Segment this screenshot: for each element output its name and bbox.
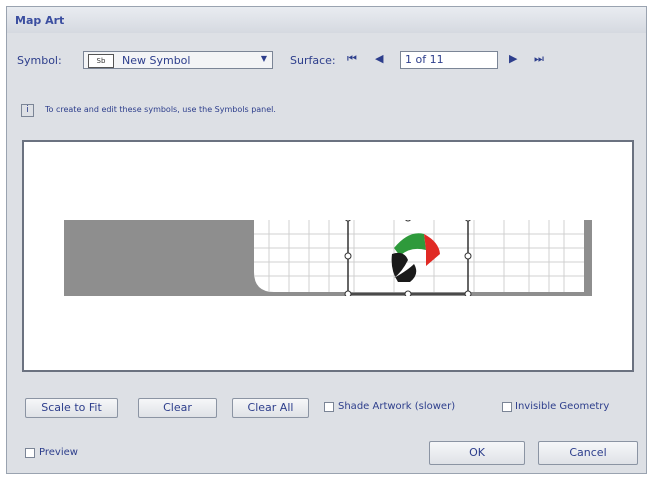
preview-label: Preview: [39, 447, 78, 458]
surface-field[interactable]: 1 of 11: [400, 51, 498, 69]
shade-artwork-checkbox[interactable]: [324, 402, 334, 412]
ok-button[interactable]: OK: [429, 441, 525, 465]
info-text: To create and edit these symbols, use th…: [45, 105, 276, 114]
footer-row: Preview OK Cancel: [17, 441, 642, 465]
symbol-thumbnail: Sb: [88, 54, 114, 68]
first-surface-icon[interactable]: ⏮: [347, 52, 357, 66]
action-button-row: Scale to Fit Clear Clear All Shade Artwo…: [17, 398, 642, 420]
info-icon: i: [21, 104, 34, 117]
symbol-select[interactable]: Sb New Symbol ▼: [83, 51, 273, 69]
clear-all-button[interactable]: Clear All: [232, 398, 309, 418]
invisible-geometry-label: Invisible Geometry: [515, 401, 610, 412]
next-surface-icon[interactable]: ▶: [509, 52, 517, 65]
title-bar: Map Art: [7, 7, 646, 33]
surface-preview-canvas[interactable]: [22, 140, 634, 372]
surface-background: [64, 220, 592, 296]
symbol-selected-value: New Symbol: [122, 54, 191, 67]
map-art-dialog: Map Art Symbol: Sb New Symbol ▼ Surface:…: [6, 6, 647, 474]
chevron-down-icon: ▼: [260, 54, 267, 63]
window-title: Map Art: [15, 14, 65, 27]
surface-label: Surface:: [290, 54, 336, 67]
last-surface-icon[interactable]: ⏭: [534, 52, 544, 66]
clear-button[interactable]: Clear: [138, 398, 217, 418]
preview-checkbox[interactable]: [25, 448, 35, 458]
shade-artwork-label: Shade Artwork (slower): [338, 401, 456, 412]
scale-to-fit-button[interactable]: Scale to Fit: [25, 398, 118, 418]
cancel-button[interactable]: Cancel: [538, 441, 638, 465]
surface-map: [64, 220, 592, 296]
info-row: i To create and edit these symbols, use …: [21, 104, 621, 118]
invisible-geometry-checkbox[interactable]: [502, 402, 512, 412]
symbol-surface-row: Symbol: Sb New Symbol ▼ Surface: ⏮ ◀ 1 o…: [17, 51, 637, 73]
previous-surface-icon[interactable]: ◀: [375, 52, 383, 65]
symbol-label: Symbol:: [17, 54, 62, 67]
